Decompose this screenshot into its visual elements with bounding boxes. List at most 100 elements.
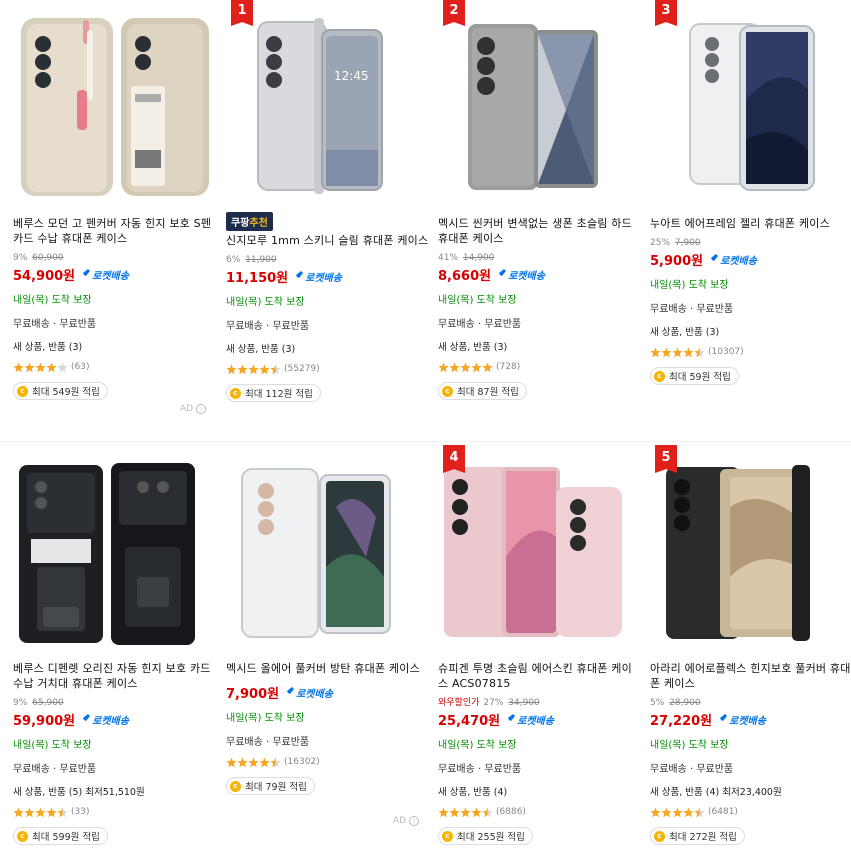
product-info: 쿠팡추천 신지모루 1mm 스키니 슬림 휴대폰 케이스 6% 11,900 1… [226,211,430,402]
condition-info: 새 상품, 반품 (4) 최저23,400원 [650,787,782,798]
rating-row: (63) [13,361,217,373]
star-icon [46,362,57,372]
product-title[interactable]: 베루스 모던 고 펜커버 자동 힌지 보호 S펜 카드 수납 휴대폰 케이스 [13,216,217,246]
star-icon [237,757,248,767]
product-card[interactable]: 베루스 디펜렛 오리진 자동 힌지 보호 카드 수납 거치대 휴대폰 케이스 9… [13,447,217,847]
rocket-delivery-badge: 로켓배송 [79,267,129,282]
product-card[interactable]: 멕시드 올에어 풀커버 방탄 휴대폰 케이스 7,900원 로켓배송 내일(목)… [226,447,430,847]
review-count: (728) [496,362,521,372]
product-card[interactable]: 베루스 모던 고 펜커버 자동 힌지 보호 S펜 카드 수납 휴대폰 케이스 9… [13,0,217,440]
rocket-delivery-badge: 로켓배송 [707,252,757,267]
rocket-icon [718,714,728,723]
rocket-delivery-badge: 로켓배송 [292,269,342,284]
discount-row: 와우할인가 27% 34,900 [438,698,540,708]
star-rating [13,807,68,818]
shipping-info: 무료배송 · 무료반품 [438,319,522,330]
star-icon [35,807,46,817]
star-icon [694,347,705,357]
product-image[interactable] [226,447,430,651]
review-count: (55279) [284,364,320,374]
product-image[interactable] [438,447,642,651]
star-icon [24,362,35,372]
star-rating [438,807,493,818]
delivery-promise: 내일(목) 도착 보장 [438,740,517,751]
product-image[interactable] [650,447,851,651]
product-info: 베루스 디펜렛 오리진 자동 힌지 보호 카드 수납 거치대 휴대폰 케이스 9… [13,661,217,845]
product-image[interactable] [13,0,217,204]
product-info: 슈피겐 투명 초슬림 에어스킨 휴대폰 케이스 ACS07815 와우할인가 27… [438,661,642,845]
product-image[interactable]: 12:45 [226,0,430,204]
rocket-icon [497,269,507,278]
product-image[interactable] [438,0,642,204]
delivery-promise: 내일(목) 도착 보장 [226,713,305,724]
coin-icon: c [442,385,453,397]
star-icon [259,364,270,374]
rocket-delivery-badge: 로켓배송 [283,685,333,700]
discount-row: 25% 7,900 [650,238,701,248]
star-icon [57,807,68,817]
discount-percent: 9% [13,253,28,263]
sale-price: 54,900원 [13,268,76,284]
product-title[interactable]: 슈피겐 투명 초슬림 에어스킨 휴대폰 케이스 ACS07815 [438,661,642,691]
wow-discount-label: 와우할인가 [438,698,480,708]
product-image[interactable] [650,0,851,204]
product-title[interactable]: 신지모루 1mm 스키니 슬림 휴대폰 케이스 [226,233,430,248]
product-card[interactable]: 3 누아트 에어프레임 젤리 휴대폰 케이스 25% 7,900 5,900원 … [650,0,851,440]
star-icon [650,807,661,817]
coupang-pick-badge: 쿠팡추천 [226,212,273,231]
ad-label[interactable]: AD i [180,404,207,414]
product-title[interactable]: 아라리 에어로플렉스 힌지보호 풀커버 휴대폰 케이스 [650,661,851,691]
product-card[interactable]: 2 멕시드 씬커버 변색없는 생폰 초슬림 하드 휴대폰 케이스 41% 14,… [438,0,642,440]
delivery-promise: 내일(목) 도착 보장 [226,297,305,308]
star-icon [270,364,281,374]
product-info: 누아트 에어프레임 젤리 휴대폰 케이스 25% 7,900 5,900원 로켓… [650,216,851,385]
shipping-info: 무료배송 · 무료반품 [13,319,97,330]
condition-info: 새 상품, 반품 (3) [650,327,720,338]
star-icon [24,807,35,817]
review-count: (6481) [708,807,738,817]
price-row: 25,470원 로켓배송 [438,709,642,729]
star-icon [248,757,259,767]
shipping-info: 무료배송 · 무료반품 [438,764,522,775]
sale-price: 5,900원 [650,253,704,269]
rating-row: (16302) [226,756,430,768]
star-icon [57,362,68,372]
product-info: 아라리 에어로플렉스 힌지보호 풀커버 휴대폰 케이스 5% 28,900 27… [650,661,851,845]
sale-price: 8,660원 [438,268,492,284]
product-title[interactable]: 멕시드 씬커버 변색없는 생폰 초슬림 하드 휴대폰 케이스 [438,216,642,246]
star-icon [694,807,705,817]
shipping-info: 무료배송 · 무료반품 [226,321,310,332]
coin-icon: c [654,370,665,382]
condition-info: 새 상품, 반품 (3) [226,344,296,355]
product-info: 베루스 모던 고 펜커버 자동 힌지 보호 S펜 카드 수납 휴대폰 케이스 9… [13,216,217,400]
star-icon [672,347,683,357]
coin-icon: c [230,387,241,399]
product-image[interactable] [13,447,217,651]
discount-row: 6% 11,900 [226,255,277,265]
product-card[interactable]: 5 아라리 에어로플렉스 힌지보호 풀커버 휴대폰 케이스 5% 28,900 … [650,445,851,847]
star-rating [650,807,705,818]
product-card[interactable]: 4 슈피겐 투명 초슬림 에어스킨 휴대폰 케이스 ACS07815 와우할인가… [438,445,642,847]
star-rating [438,362,493,373]
star-icon [13,362,24,372]
product-grid: 베루스 모던 고 펜커버 자동 힌지 보호 S펜 카드 수납 휴대폰 케이스 9… [0,0,851,853]
product-card[interactable]: 12:45 1 쿠팡추천 신지모루 1mm 스키니 슬림 휴대폰 케이스 6% … [226,0,430,440]
sale-price: 27,220원 [650,713,713,729]
row-divider [0,441,851,442]
product-title[interactable]: 누아트 에어프레임 젤리 휴대폰 케이스 [650,216,851,231]
rating-row: (6481) [650,806,851,818]
star-icon [259,757,270,767]
star-icon [226,364,237,374]
rating-row: (6886) [438,806,642,818]
review-count: (6886) [496,807,526,817]
ad-label[interactable]: AD i [393,816,420,826]
price-row: 8,660원 로켓배송 [438,264,642,284]
sale-price: 25,470원 [438,713,501,729]
product-title[interactable]: 멕시드 올에어 풀커버 방탄 휴대폰 케이스 [226,661,430,676]
svg-text:12:45: 12:45 [334,69,369,83]
star-icon [35,362,46,372]
review-count: (10307) [708,347,744,357]
product-title[interactable]: 베루스 디펜렛 오리진 자동 힌지 보호 카드 수납 거치대 휴대폰 케이스 [13,661,217,691]
star-icon [270,757,281,767]
star-icon [449,807,460,817]
